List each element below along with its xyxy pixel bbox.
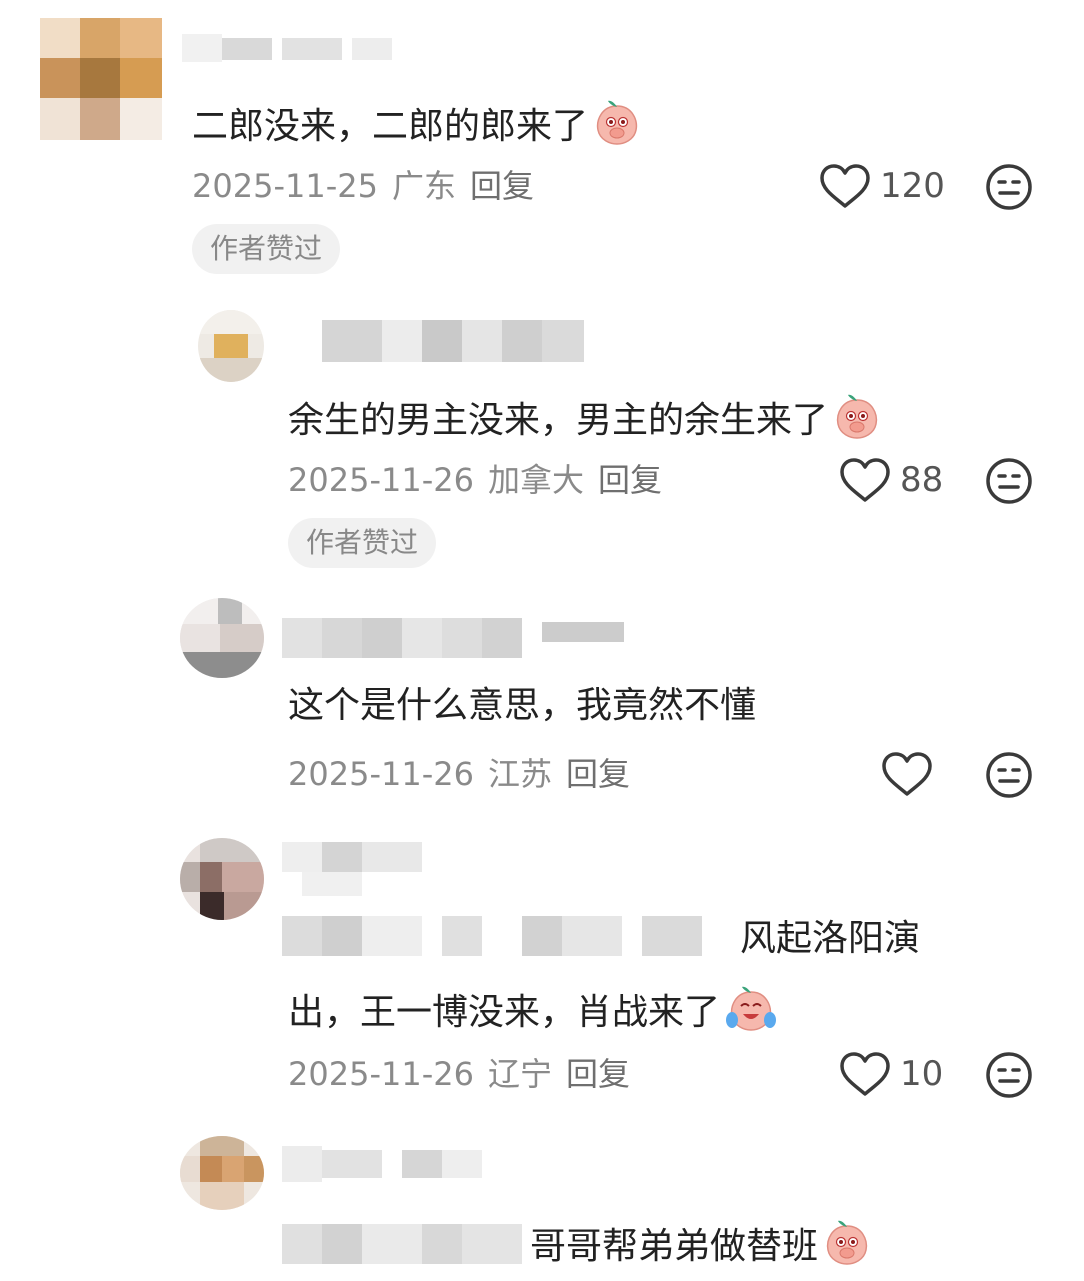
avatar[interactable] bbox=[180, 1136, 264, 1210]
comment-text: 哥哥帮弟弟做替班 bbox=[282, 1216, 872, 1277]
mention-blurred[interactable] bbox=[282, 1224, 522, 1264]
peach-cover-mouth-emoji-icon bbox=[822, 1216, 872, 1277]
comment-5: 哥哥帮弟弟做替班 bbox=[0, 0, 1084, 1281]
username-blurred[interactable] bbox=[282, 1146, 482, 1182]
